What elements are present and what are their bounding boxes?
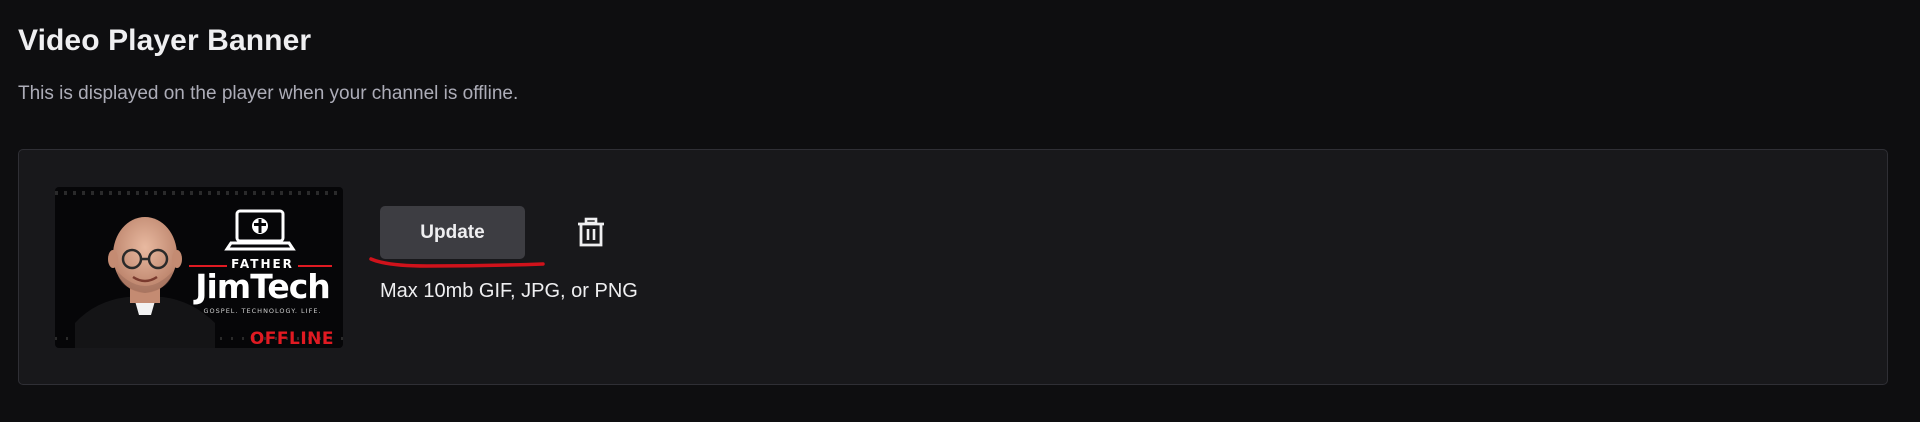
thumbnail-ticker-top (55, 191, 343, 195)
section-description: This is displayed on the player when you… (18, 83, 519, 104)
delete-button[interactable] (571, 212, 611, 252)
update-button[interactable]: Update (380, 206, 525, 259)
banner-thumbnail: FATHER JimTech GOSPEL. TECHNOLOGY. LIFE.… (55, 187, 343, 348)
laptop-cross-icon (224, 209, 296, 251)
brand-name: JimTech (195, 267, 331, 306)
offline-status-label: OFFLINE (249, 329, 334, 348)
section-title: Video Player Banner (18, 24, 312, 57)
trash-icon (578, 217, 604, 247)
settings-page: Video Player Banner This is displayed on… (0, 0, 1920, 422)
banner-card: FATHER JimTech GOSPEL. TECHNOLOGY. LIFE.… (18, 149, 1888, 385)
brand-tagline: GOSPEL. TECHNOLOGY. LIFE. (203, 307, 322, 315)
upload-size-hint: Max 10mb GIF, JPG, or PNG (380, 280, 638, 302)
brand-logo: FATHER JimTech GOSPEL. TECHNOLOGY. LIFE.… (185, 207, 340, 348)
